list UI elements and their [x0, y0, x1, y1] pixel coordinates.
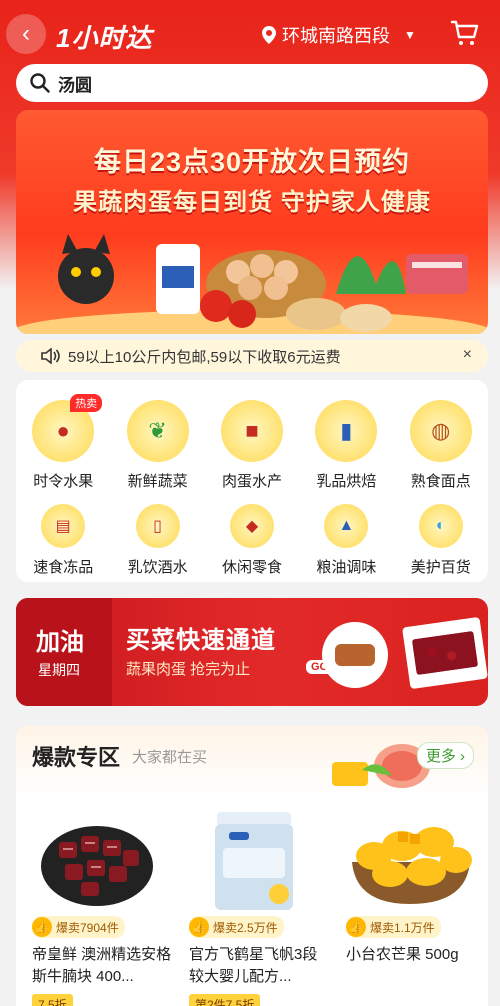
promo-title: 买菜快速通道	[126, 627, 276, 654]
thumbs-up-icon: 👍	[32, 917, 52, 937]
sales-badge: 👍 爆卖7904件	[32, 916, 125, 938]
food-icon: ◍	[409, 400, 472, 462]
product-card[interactable]: 👍 爆卖7904件 帝皇鲜 澳洲精选安格斯牛腩块 400... 7.5折	[16, 802, 173, 1006]
notice-text: 59以上10公斤内包邮,59以下收取6元运费	[68, 348, 341, 366]
product-name: 小台农芒果 500g	[346, 946, 459, 963]
more-button[interactable]: 更多 ›	[416, 742, 474, 769]
fruit-decoration-icon	[332, 744, 430, 788]
drink-icon: ▯	[135, 504, 180, 548]
thumbs-up-icon: 👍	[346, 917, 366, 937]
category-item[interactable]: ▲ 粮油调味	[299, 504, 393, 577]
category-label: 乳饮酒水	[127, 559, 188, 576]
meat-icon: ■	[220, 400, 283, 462]
category-label: 时令水果	[33, 473, 94, 490]
category-item[interactable]: ▯ 乳饮酒水	[110, 504, 204, 577]
section-title: 爆款专区	[32, 745, 121, 770]
thumbs-up-icon: 👍	[189, 917, 209, 937]
category-item[interactable]: ● 热卖 时令水果	[16, 394, 110, 491]
snack-icon: ◆	[229, 504, 274, 548]
hot-badge: 热卖	[70, 394, 103, 412]
chevron-down-icon: ▼	[404, 28, 416, 42]
category-row: ● 热卖 时令水果 ❦ 新鲜蔬菜 ■ 肉蛋水产 ▮ 乳品烘焙 ◍ 熟食面点	[16, 394, 488, 491]
category-label: 乳品烘焙	[316, 473, 377, 490]
category-item[interactable]: ▤ 速食冻品	[16, 504, 110, 577]
location-selector[interactable]: 环城南路西段 ▼	[262, 22, 416, 48]
search-input[interactable]: 汤圆	[58, 71, 92, 96]
hero-banner[interactable]: 每日23点30开放次日预约 果蔬肉蛋每日到货 守护家人健康	[16, 110, 488, 334]
discount-tag: 7.5折	[32, 994, 73, 1006]
sales-badge: 👍 爆卖1.1万件	[346, 916, 441, 938]
cherry-box-image	[402, 616, 488, 690]
promo-banner[interactable]: 加油 星期四 买菜快速通道 蔬果肉蛋 抢完为止 GO>	[16, 598, 488, 706]
discount-tag: 第2件7.5折	[189, 994, 261, 1006]
groceries-illustration	[16, 234, 488, 334]
category-label: 粮油调味	[316, 559, 377, 576]
category-item[interactable]: ▮ 乳品烘焙	[299, 400, 393, 491]
formula-can-icon	[189, 808, 319, 912]
noodle-icon: ▤	[41, 504, 86, 548]
category-label: 美护百货	[410, 559, 471, 576]
category-label: 速食冻品	[33, 559, 94, 576]
category-label: 新鲜蔬菜	[127, 473, 188, 490]
category-item[interactable]: ◆ 休闲零食	[205, 504, 299, 577]
product-card[interactable]: 👍 爆卖2.5万件 官方飞鹤星飞帆3段较大婴儿配方... 第2件7.5折	[173, 802, 330, 1006]
hero-subheadline: 果蔬肉蛋每日到货 守护家人健康	[73, 189, 431, 216]
category-item[interactable]: ■ 肉蛋水产	[205, 400, 299, 491]
search-bar[interactable]: 汤圆	[16, 64, 488, 102]
category-item[interactable]: ◍ 熟食面点	[394, 400, 488, 491]
hero-headline: 每日23点30开放次日预约	[93, 147, 411, 177]
promo-weekday: 星期四	[38, 662, 80, 678]
product-name: 帝皇鲜 澳洲精选安格斯牛腩块 400...	[32, 946, 172, 985]
search-icon	[30, 73, 50, 93]
section-subtitle: 大家都在买	[132, 749, 208, 766]
shipping-notice: 59以上10公斤内包邮,59以下收取6元运费 ×	[16, 340, 488, 372]
greens-icon: ❦	[126, 400, 189, 462]
mask-icon: ◐	[418, 504, 463, 548]
location-pin-icon	[262, 26, 276, 44]
product-name: 官方飞鹤星飞帆3段较大婴儿配方...	[189, 946, 318, 985]
product-card[interactable]: 👍 爆卖1.1万件 小台农芒果 500g	[330, 802, 487, 1006]
cart-icon[interactable]	[450, 18, 480, 48]
beef-icon	[32, 808, 162, 912]
hot-products-section: 爆款专区 大家都在买 更多 › 👍 爆卖7904件 帝皇鲜 澳洲精选安格斯牛腩块 …	[16, 726, 488, 1006]
product-list: 👍 爆卖7904件 帝皇鲜 澳洲精选安格斯牛腩块 400... 7.5折 👍 爆卖2…	[16, 802, 488, 1006]
speaker-icon	[41, 348, 60, 364]
category-item[interactable]: ❦ 新鲜蔬菜	[110, 400, 204, 491]
category-row: ▤ 速食冻品 ▯ 乳饮酒水 ◆ 休闲零食 ▲ 粮油调味 ◐ 美护百货	[16, 504, 488, 577]
location-text: 环城南路西段	[282, 26, 390, 46]
category-label: 熟食面点	[410, 473, 471, 490]
category-label: 肉蛋水产	[221, 473, 282, 490]
milk-icon: ▮	[315, 400, 378, 462]
oil-icon: ▲	[324, 504, 369, 548]
close-icon[interactable]: ×	[463, 346, 472, 364]
top-bar: ‹ 1小时达 环城南路西段 ▼	[0, 10, 500, 58]
back-icon: ‹	[22, 20, 30, 47]
promo-subtitle: 蔬果肉蛋 抢完为止	[126, 661, 251, 678]
promo-cheer-text: 加油	[36, 629, 84, 656]
cherry-icon: ● 热卖	[32, 394, 103, 462]
app-logo: 1小时达	[56, 23, 153, 53]
category-grid: ● 热卖 时令水果 ❦ 新鲜蔬菜 ■ 肉蛋水产 ▮ 乳品烘焙 ◍ 熟食面点 ▤ 速…	[16, 380, 488, 582]
sausage-plate-image	[322, 622, 388, 688]
sales-badge: 👍 爆卖2.5万件	[189, 916, 284, 938]
category-item[interactable]: ◐ 美护百货	[394, 504, 488, 577]
mango-icon	[346, 808, 476, 912]
back-button[interactable]: ‹	[6, 14, 46, 54]
category-label: 休闲零食	[221, 559, 282, 576]
